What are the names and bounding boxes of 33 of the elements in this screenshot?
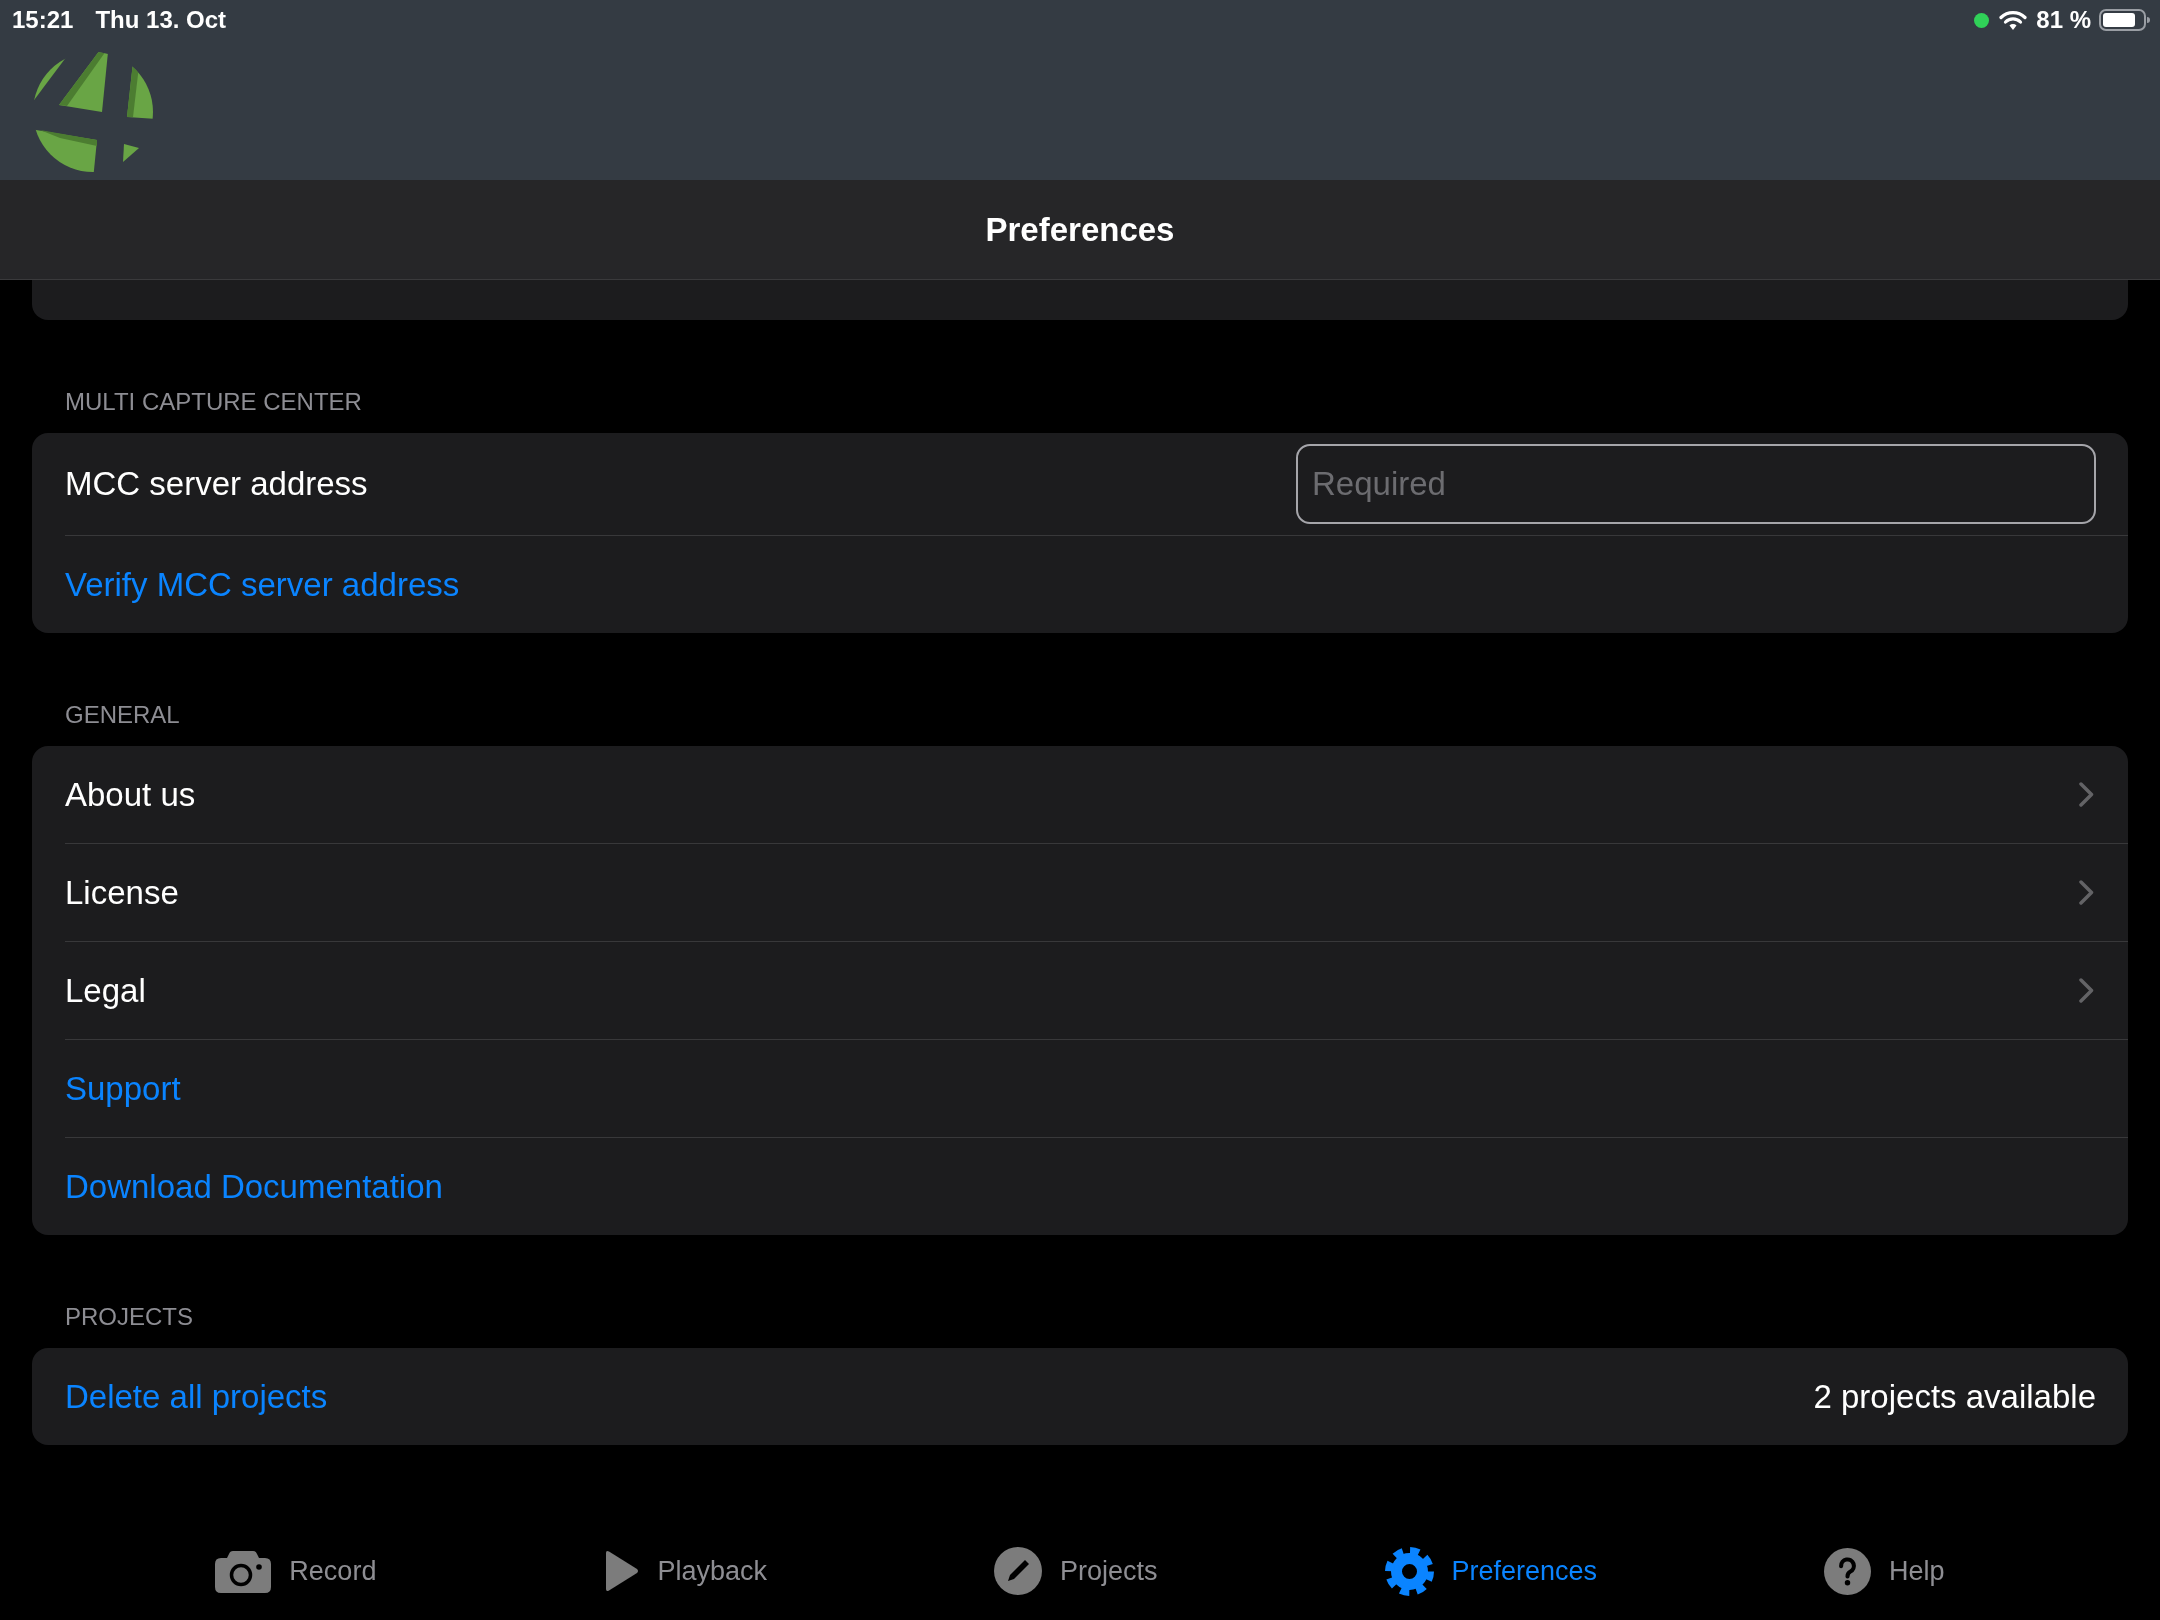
list-item[interactable]: About us <box>65 746 2128 843</box>
tab[interactable]: Record <box>215 1549 377 1593</box>
status-date: Thu 13. Oct <box>95 5 227 35</box>
status-time: 15:21 <box>12 5 74 35</box>
help-icon <box>1824 1547 1872 1595</box>
field-label: MCC server address <box>65 464 368 505</box>
row-value: 2 projects available <box>1813 1376 2096 1417</box>
battery-icon <box>2099 9 2150 31</box>
status-dot-icon <box>1974 12 1990 28</box>
page-title: Preferences <box>985 209 1175 250</box>
chevron-right-icon <box>2079 782 2094 807</box>
list-item[interactable]: Legal <box>65 942 2128 1039</box>
camera-icon <box>215 1549 272 1593</box>
action-link[interactable]: Delete all projects <box>65 1371 328 1422</box>
battery-percentage: 81 % <box>2036 5 2091 35</box>
chevron-right-icon <box>2079 978 2094 1003</box>
section-header: PROJECTS <box>65 1302 193 1332</box>
play-icon <box>603 1550 640 1592</box>
section-header: GENERAL <box>65 700 180 730</box>
settings-icon <box>1384 1546 1434 1596</box>
list-item[interactable]: License <box>65 844 2128 941</box>
pencil-icon <box>993 1547 1042 1595</box>
wifi-icon <box>1999 9 2028 31</box>
tab[interactable]: Preferences <box>1384 1546 1598 1596</box>
tab[interactable]: Projects <box>993 1547 1158 1595</box>
action-link[interactable]: Support <box>65 1063 181 1114</box>
section-header: MULTI CAPTURE CENTER <box>65 387 362 417</box>
action-link[interactable]: Download Documentation <box>65 1161 443 1212</box>
server-address-field[interactable]: Required <box>1296 444 2096 524</box>
chevron-right-icon <box>2079 880 2094 905</box>
action-link[interactable]: Verify MCC server address <box>65 559 460 610</box>
tab[interactable]: Help <box>1824 1547 1945 1595</box>
tab[interactable]: Playback <box>603 1550 767 1592</box>
